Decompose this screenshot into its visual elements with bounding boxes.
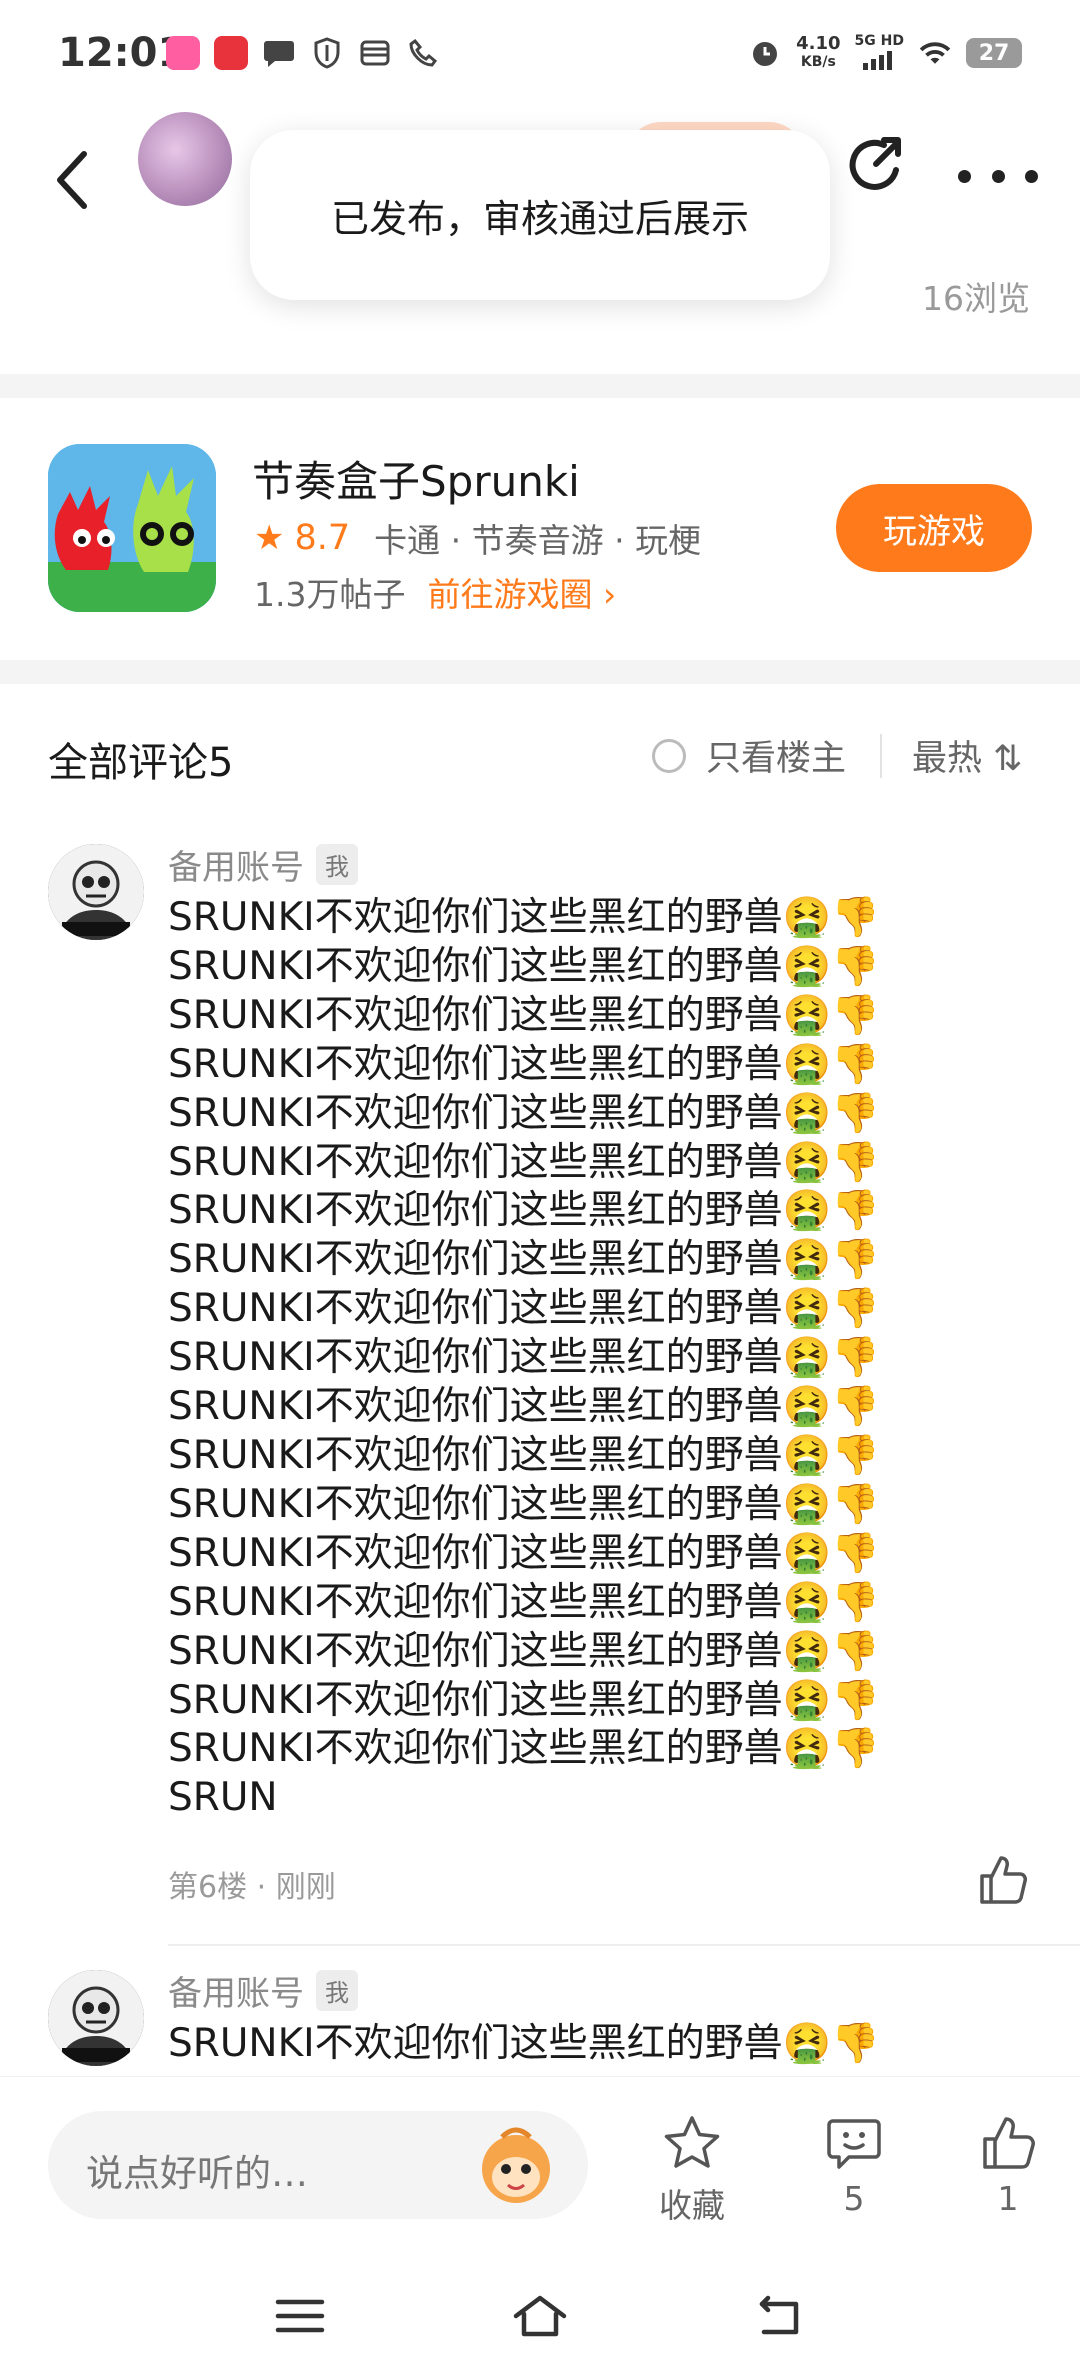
collect-star-icon bbox=[664, 2116, 720, 2168]
section-divider bbox=[0, 374, 1080, 398]
shield-icon bbox=[310, 36, 344, 70]
sort-toggle[interactable]: 最热 ⇅ bbox=[912, 730, 1022, 781]
comment-username[interactable]: 备用账号 我 bbox=[168, 840, 358, 889]
signal-indicator: 5G HD bbox=[855, 32, 904, 74]
back-icon bbox=[57, 151, 87, 209]
divider bbox=[880, 734, 882, 778]
play-game-button[interactable]: 玩游戏 bbox=[836, 484, 1032, 572]
like-icon bbox=[983, 2117, 1035, 2169]
avatar[interactable] bbox=[48, 844, 144, 940]
comment-input[interactable]: 说点好听的… bbox=[48, 2111, 588, 2219]
mascot-icon[interactable] bbox=[472, 2123, 560, 2209]
net-speed: 4.10 KB/s bbox=[796, 33, 841, 71]
back-nav-button[interactable] bbox=[752, 2292, 808, 2340]
op-only-label: 只看楼主 bbox=[706, 739, 847, 779]
section-divider bbox=[0, 660, 1080, 684]
publish-toast: 已发布，审核通过后展示 bbox=[250, 130, 830, 300]
wallet-icon bbox=[358, 36, 392, 70]
view-count: 16浏览 bbox=[922, 279, 1030, 318]
comment-like-button[interactable] bbox=[974, 1852, 1030, 1908]
menu-icon bbox=[275, 2299, 325, 2333]
app-notification-icon-2 bbox=[214, 36, 248, 70]
game-post-count: 1.3万帖子 bbox=[254, 575, 406, 614]
more-icon bbox=[958, 169, 971, 183]
message-icon bbox=[262, 36, 296, 70]
like-button[interactable]: 1 bbox=[948, 2113, 1068, 2218]
status-right: 4.10 KB/s 5G HD 27 bbox=[748, 32, 1022, 74]
share-button[interactable] bbox=[840, 130, 912, 202]
back-button[interactable] bbox=[44, 140, 104, 220]
comment-count: 5 bbox=[843, 2179, 865, 2218]
status-bar: 12:01 4.10 KB/s 5G HD 27 bbox=[0, 0, 1080, 110]
phone-icon bbox=[406, 36, 440, 70]
game-icon bbox=[48, 444, 216, 612]
bottom-action-bar: 说点好听的… 收藏 5 1 bbox=[0, 2076, 1080, 2256]
system-nav-bar bbox=[0, 2256, 1080, 2376]
op-only-filter[interactable]: 只看楼主 bbox=[652, 730, 846, 781]
game-meta: ★ 8.7 卡通 · 节奏音游 · 玩梗 bbox=[254, 514, 701, 562]
game-tags: 卡通 · 节奏音游 · 玩梗 bbox=[374, 521, 702, 560]
more-button[interactable] bbox=[958, 156, 1038, 196]
collect-button[interactable]: 收藏 bbox=[632, 2113, 752, 2227]
poster-avatar[interactable] bbox=[138, 112, 232, 206]
battery-indicator: 27 bbox=[966, 38, 1022, 68]
game-name: 节奏盒子Sprunki bbox=[252, 457, 580, 506]
back-nav-icon bbox=[759, 2295, 799, 2335]
wifi-icon bbox=[918, 36, 952, 70]
menu-button[interactable] bbox=[272, 2292, 328, 2340]
notification-icons bbox=[166, 36, 440, 70]
me-badge: 我 bbox=[316, 844, 358, 885]
comment-text: SRUNKI不欢迎你们这些黑红的野兽🤮👎 SRUNKI不欢迎你们这些黑红的野兽🤮… bbox=[168, 895, 880, 1821]
like-icon bbox=[980, 1856, 1027, 1904]
comment-text: SRUNKI不欢迎你们这些黑红的野兽🤮👎 bbox=[168, 2021, 880, 2066]
radio-icon[interactable] bbox=[652, 738, 686, 773]
app-notification-icon bbox=[166, 36, 200, 70]
game-card[interactable]: 节奏盒子Sprunki ★ 8.7 卡通 · 节奏音游 · 玩梗 1.3万帖子 … bbox=[0, 398, 1080, 660]
star-icon: ★ bbox=[254, 518, 285, 558]
comment-username[interactable]: 备用账号 我 bbox=[168, 1966, 358, 2015]
comment-divider bbox=[168, 1944, 1080, 1946]
comment-icon bbox=[827, 2119, 881, 2169]
avatar[interactable] bbox=[48, 1970, 144, 2066]
comment-count-button[interactable]: 5 bbox=[794, 2113, 914, 2218]
comments-header: 全部评论5 只看楼主 最热 ⇅ bbox=[0, 684, 1080, 824]
share-icon bbox=[849, 137, 901, 190]
home-icon bbox=[513, 2295, 567, 2337]
game-rating: 8.7 bbox=[294, 518, 351, 558]
game-stats: 1.3万帖子 前往游戏圈 › bbox=[254, 568, 616, 616]
comment-meta: 第6楼 · 刚刚 bbox=[168, 1870, 336, 1905]
comments-title: 全部评论5 bbox=[48, 740, 234, 786]
home-button[interactable] bbox=[512, 2292, 568, 2340]
me-badge: 我 bbox=[316, 1970, 358, 2011]
alarm-icon bbox=[748, 36, 782, 70]
collect-label: 收藏 bbox=[659, 2186, 725, 2225]
goto-circle-link[interactable]: 前往游戏圈 › bbox=[427, 568, 616, 616]
like-count: 1 bbox=[997, 2179, 1019, 2218]
comment-input-placeholder: 说点好听的… bbox=[86, 2152, 308, 2195]
